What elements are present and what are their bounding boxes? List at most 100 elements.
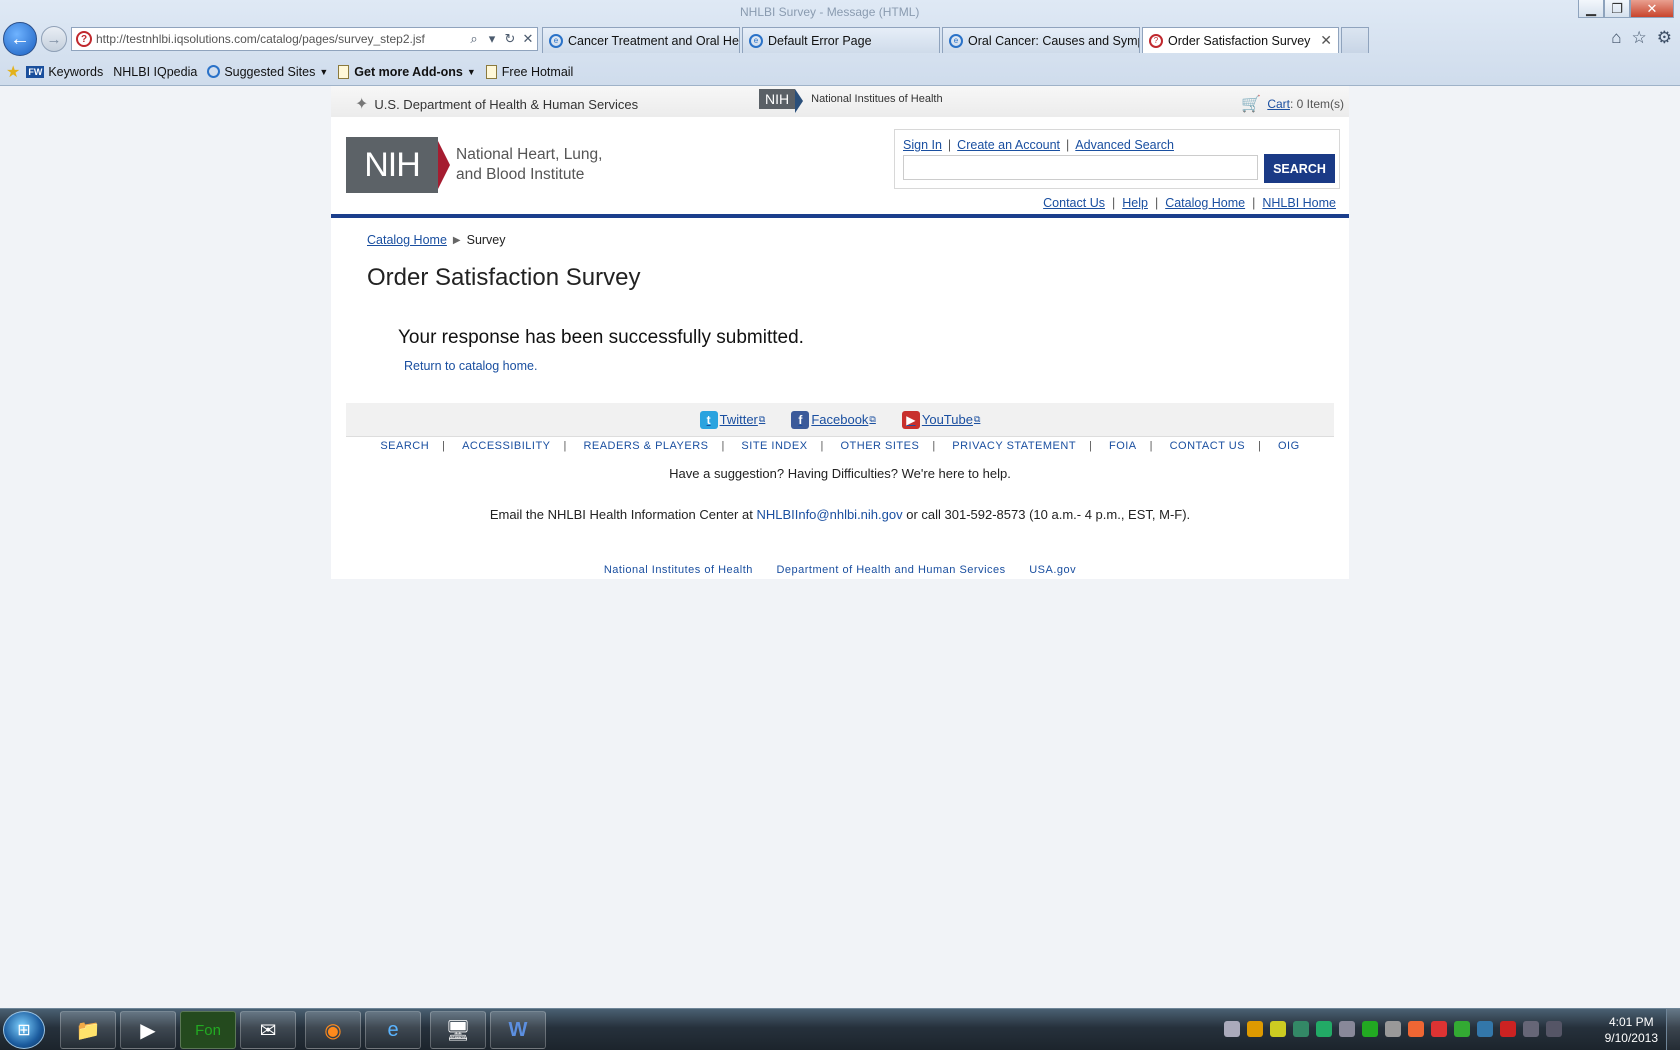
firefox-taskbar-icon[interactable]: ◉ <box>305 1011 361 1049</box>
footer-oig-link[interactable]: OIG <box>1278 440 1300 452</box>
explorer-taskbar-icon[interactable]: 📁 <box>60 1011 116 1049</box>
media-player-taskbar-icon[interactable]: ▶ <box>120 1011 176 1049</box>
create-account-link[interactable]: Create an Account <box>957 138 1060 152</box>
sign-in-link[interactable]: Sign In <box>903 138 942 152</box>
chevron-down-icon: ▼ <box>319 66 329 77</box>
tray-app-icon[interactable] <box>1247 1021 1263 1037</box>
hhs-link[interactable]: ✦ U.S. Department of Health & Human Serv… <box>355 94 638 114</box>
facebook-link[interactable]: f Facebook ⧉ <box>791 410 876 429</box>
start-button[interactable]: ⊞ <box>3 1011 45 1049</box>
clock[interactable]: 4:01 PM 9/10/2013 <box>1605 1014 1658 1046</box>
footer-contact-link[interactable]: CONTACT US <box>1170 440 1246 452</box>
top-strip: ✦ U.S. Department of Health & Human Serv… <box>331 86 1349 117</box>
youtube-link[interactable]: ▶ YouTube ⧉ <box>901 410 981 429</box>
breadcrumb-catalog-home[interactable]: Catalog Home <box>367 233 447 247</box>
footer-search-link[interactable]: SEARCH <box>380 440 429 452</box>
tab-strip: e Cancer Treatment and Oral He... e Defa… <box>542 27 1371 53</box>
tray-app-icon[interactable] <box>1293 1021 1309 1037</box>
outlook-taskbar-icon[interactable]: ✉ <box>240 1011 296 1049</box>
gear-icon[interactable]: ⚙ <box>1657 28 1672 48</box>
cart-link[interactable]: Cart <box>1267 97 1290 111</box>
fon-taskbar-icon[interactable]: Fon <box>180 1011 236 1049</box>
footer-privacy-link[interactable]: PRIVACY STATEMENT <box>952 440 1076 452</box>
footer-other-sites-link[interactable]: OTHER SITES <box>840 440 919 452</box>
tray-app-icon[interactable] <box>1500 1021 1516 1037</box>
close-tab-icon[interactable]: ✕ <box>1312 32 1332 49</box>
new-tab-button[interactable] <box>1341 27 1369 53</box>
catalog-home-link[interactable]: Catalog Home <box>1165 196 1245 210</box>
hhs-footer-link[interactable]: Department of Health and Human Services <box>776 564 1005 576</box>
tab-oral-cancer[interactable]: e Oral Cancer: Causes and Symp... <box>942 27 1140 53</box>
system-tray <box>1224 1021 1562 1037</box>
dropdown-icon[interactable]: ▾ <box>483 31 501 47</box>
tab-default-error[interactable]: e Default Error Page <box>742 27 940 53</box>
logo-chevron <box>436 137 450 193</box>
show-desktop-button[interactable] <box>1666 1009 1680 1050</box>
search-icon[interactable]: ⌕ <box>465 31 483 47</box>
nih-logo-box: NIH <box>346 137 438 193</box>
footer-nav: SEARCH | ACCESSIBILITY | READERS & PLAYERS… <box>380 440 1300 452</box>
ie-icon <box>207 65 221 78</box>
footer-accessibility-link[interactable]: ACCESSIBILITY <box>462 440 550 452</box>
footer-site-index-link[interactable]: SITE INDEX <box>741 440 807 452</box>
volume-icon[interactable] <box>1546 1021 1562 1037</box>
tray-app-icon[interactable] <box>1270 1021 1286 1037</box>
nhlbi-home-link[interactable]: NHLBI Home <box>1262 196 1336 210</box>
nih-link[interactable]: NIH National Institues of Health <box>759 89 943 113</box>
tray-app-icon[interactable] <box>1477 1021 1493 1037</box>
address-bar[interactable]: ? http://testnhlbi.iqsolutions.com/catal… <box>71 27 538 51</box>
advanced-search-link[interactable]: Advanced Search <box>1075 138 1174 152</box>
page-content: ✦ U.S. Department of Health & Human Serv… <box>331 86 1349 579</box>
footer-foia-link[interactable]: FOIA <box>1109 440 1137 452</box>
network-icon[interactable] <box>1523 1021 1539 1037</box>
tray-app-icon[interactable] <box>1362 1021 1378 1037</box>
fav-keywords[interactable]: FW Keywords <box>26 65 103 79</box>
nih-footer-link[interactable]: National Institutes of Health <box>604 564 753 576</box>
address-url[interactable]: http://testnhlbi.iqsolutions.com/catalog… <box>96 32 465 46</box>
tray-app-icon[interactable] <box>1316 1021 1332 1037</box>
stop-icon[interactable]: ✕ <box>519 31 537 47</box>
tray-app-icon[interactable] <box>1408 1021 1424 1037</box>
fav-suggested-sites[interactable]: Suggested Sites ▼ <box>207 65 328 79</box>
tray-app-icon[interactable] <box>1339 1021 1355 1037</box>
window-controls: ▁ ❐ ✕ <box>1578 0 1674 20</box>
usagov-footer-link[interactable]: USA.gov <box>1029 564 1076 576</box>
home-icon[interactable]: ⌂ <box>1611 28 1621 48</box>
favorites-star-icon[interactable]: ★ <box>6 62 20 82</box>
ie-taskbar-icon[interactable]: e <box>365 1011 421 1049</box>
fav-get-addons[interactable]: Get more Add-ons ▼ <box>338 64 476 79</box>
return-catalog-link[interactable]: Return to catalog home. <box>404 359 537 373</box>
back-button[interactable]: ← <box>3 22 37 56</box>
breadcrumb-current: Survey <box>466 233 506 247</box>
success-message: Your response has been successfully subm… <box>398 327 804 348</box>
help-link[interactable]: Help <box>1122 196 1148 210</box>
nhlbi-logo[interactable]: NIH National Heart, Lung, and Blood Inst… <box>346 137 602 193</box>
tray-app-icon[interactable] <box>1385 1021 1401 1037</box>
minimize-button[interactable]: ▁ <box>1578 0 1604 18</box>
twitter-link[interactable]: t Twitter ⧉ <box>699 410 765 429</box>
arrow-right-icon: ▶ <box>452 234 461 246</box>
footer-readers-link[interactable]: READERS & PLAYERS <box>583 440 708 452</box>
tray-app-icon[interactable] <box>1431 1021 1447 1037</box>
search-input[interactable] <box>903 155 1258 180</box>
tab-order-survey[interactable]: ? Order Satisfaction Survey ✕ <box>1142 27 1339 53</box>
tray-app-icon[interactable] <box>1224 1021 1240 1037</box>
site-header: NIH National Heart, Lung, and Blood Inst… <box>331 117 1349 218</box>
tab-cancer-treatment[interactable]: e Cancer Treatment and Oral He... <box>542 27 740 53</box>
remote-taskbar-icon[interactable]: 🖥 <box>430 1011 486 1049</box>
favorites-star-icon[interactable]: ☆ <box>1632 28 1647 48</box>
word-taskbar-icon[interactable]: W <box>490 1011 546 1049</box>
search-button[interactable]: SEARCH <box>1264 154 1335 183</box>
refresh-icon[interactable]: ↻ <box>501 31 519 47</box>
favorites-bar: ★ FW Keywords NHLBI IQpedia Suggested Si… <box>0 58 1680 85</box>
email-link[interactable]: NHLBIInfo@nhlbi.nih.gov <box>756 507 902 522</box>
fav-free-hotmail[interactable]: Free Hotmail <box>485 64 573 79</box>
tray-app-icon[interactable] <box>1454 1021 1470 1037</box>
external-link-icon: ⧉ <box>973 414 981 424</box>
forward-button[interactable]: → <box>41 26 67 52</box>
contact-us-link[interactable]: Contact Us <box>1043 196 1105 210</box>
restore-button[interactable]: ❐ <box>1604 0 1630 18</box>
fav-iqpedia[interactable]: NHLBI IQpedia <box>113 65 197 79</box>
twitter-icon: t <box>699 410 718 429</box>
close-window-button[interactable]: ✕ <box>1630 0 1674 18</box>
